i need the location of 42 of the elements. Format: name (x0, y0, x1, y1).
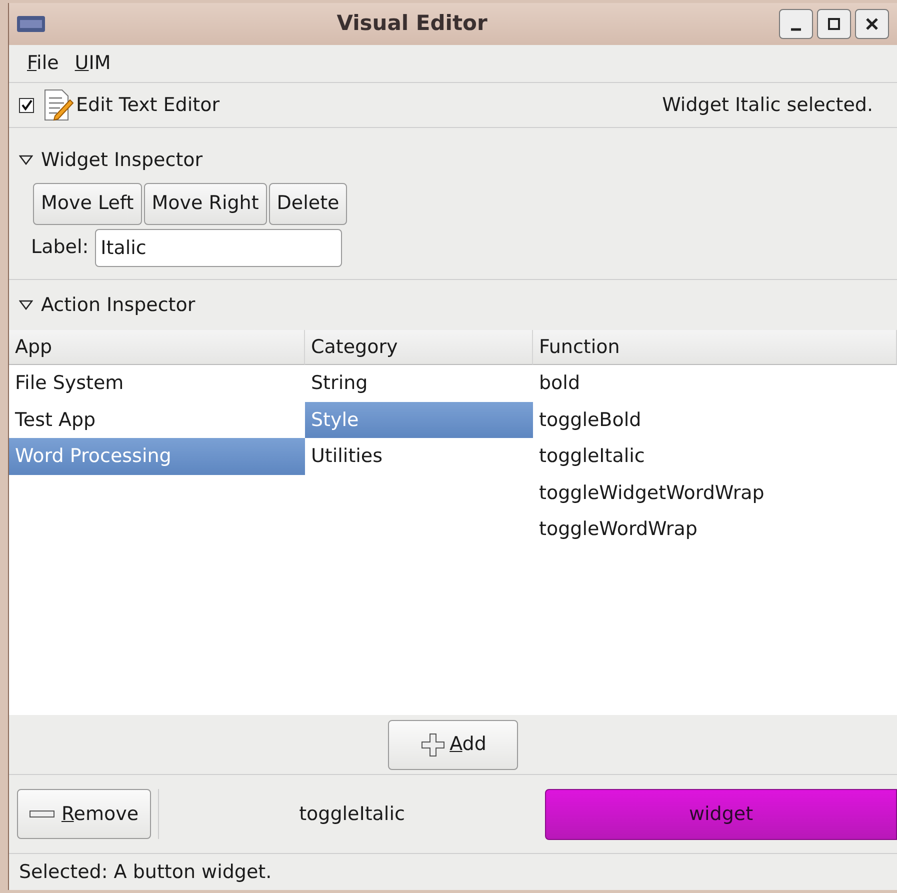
plus-icon (420, 732, 446, 758)
toolbar-label: Edit Text Editor (76, 92, 220, 118)
field-label: Label: (31, 235, 89, 260)
close-button[interactable] (855, 9, 889, 39)
section-title: Action Inspector (41, 292, 196, 318)
widget-button[interactable]: widget (545, 788, 897, 840)
list-item[interactable]: bold (533, 365, 897, 402)
maximize-button[interactable] (817, 9, 851, 39)
expanded-triangle-icon[interactable] (19, 155, 33, 166)
list-item[interactable]: toggleWidgetWordWrap (533, 474, 897, 511)
label-field[interactable]: Italic (94, 228, 342, 266)
list-item[interactable]: Utilities (305, 438, 533, 474)
column-header[interactable]: Function (533, 330, 897, 365)
window-title: Visual Editor (336, 10, 488, 38)
action-button[interactable]: Move Right (144, 182, 267, 224)
minus-icon (29, 810, 56, 818)
action-button[interactable]: Move Left (33, 182, 142, 224)
checkbox[interactable] (19, 98, 34, 112)
list-item[interactable]: String (305, 365, 533, 402)
function-label: toggleItalic (298, 802, 406, 827)
list-item[interactable]: toggleWordWrap (533, 511, 897, 548)
expanded-triangle-icon[interactable] (19, 300, 33, 310)
add-button[interactable]: Add (388, 720, 518, 770)
list-item[interactable]: toggleBold (533, 402, 897, 438)
column-header[interactable]: App (9, 330, 305, 365)
status-message: Widget Italic selected. (662, 92, 873, 118)
edit-document-icon (42, 88, 74, 122)
menu-item[interactable]: File (27, 49, 59, 78)
list-item[interactable]: File System (9, 365, 305, 402)
section-title: Widget Inspector (41, 148, 203, 173)
column-header[interactable]: Category (305, 330, 533, 365)
remove-button[interactable]: Remove (17, 789, 151, 839)
minimize-icon (791, 28, 801, 30)
close-icon (865, 17, 879, 31)
status-bar-text: Selected: A button widget. (19, 860, 272, 885)
app-icon (17, 16, 45, 32)
action-button[interactable]: Delete (268, 182, 348, 224)
menu-item[interactable]: UIM (74, 49, 111, 78)
maximize-icon (827, 17, 841, 31)
list-item[interactable]: Test App (9, 402, 305, 438)
minimize-button[interactable] (779, 9, 813, 39)
list-item[interactable]: toggleItalic (533, 438, 897, 474)
